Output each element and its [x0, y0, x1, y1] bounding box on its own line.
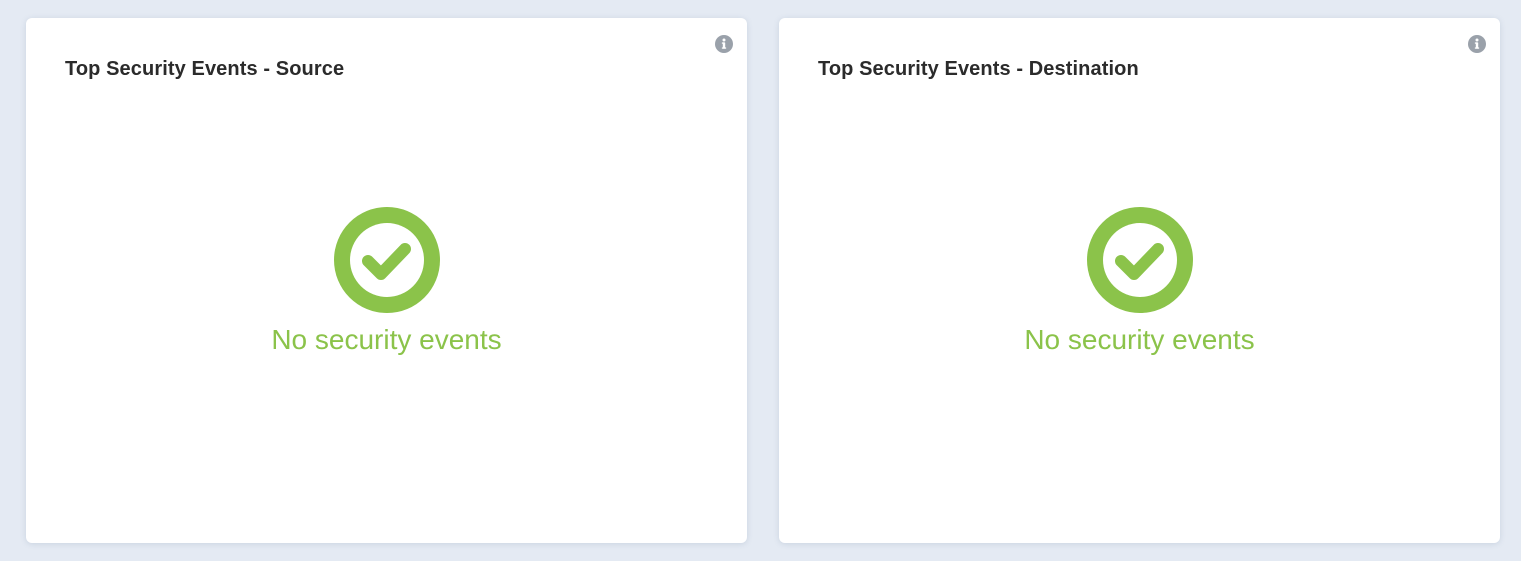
info-icon[interactable]	[1468, 35, 1486, 53]
check-circle-icon	[1086, 207, 1193, 313]
check-circle-icon	[333, 207, 440, 313]
empty-message: No security events	[1024, 324, 1255, 355]
empty-state: No security events	[779, 207, 1500, 357]
panel-title: Top Security Events - Destination	[818, 58, 1139, 80]
empty-state: No security events	[26, 207, 747, 357]
security-events-destination-panel: Top Security Events - Destination No sec…	[779, 18, 1500, 543]
security-events-source-panel: Top Security Events - Source No security…	[26, 18, 747, 543]
info-icon[interactable]	[715, 35, 733, 53]
empty-message: No security events	[271, 324, 502, 355]
panel-title: Top Security Events - Source	[65, 58, 345, 80]
